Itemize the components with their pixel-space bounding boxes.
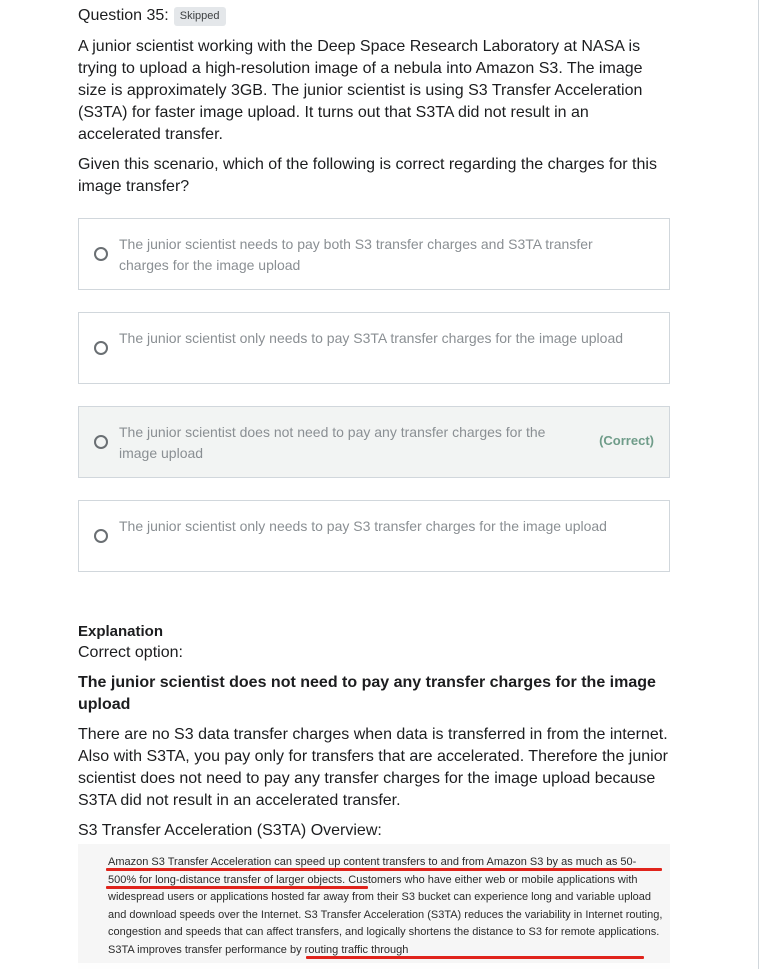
highlight-underline <box>106 886 368 889</box>
answer-option-4[interactable]: The junior scientist only needs to pay S… <box>78 500 670 572</box>
answer-option-3[interactable]: The junior scientist does not need to pa… <box>78 406 670 478</box>
correct-answer-text: The junior scientist does not need to pa… <box>78 674 656 713</box>
option-text: The junior scientist needs to pay both S… <box>119 236 593 273</box>
correct-option-label: Correct option: <box>78 644 183 661</box>
overview-label: S3 Transfer Acceleration (S3TA) Overview… <box>78 822 382 839</box>
option-text: The junior scientist only needs to pay S… <box>119 330 624 346</box>
option-text: The junior scientist only needs to pay S… <box>119 518 607 534</box>
question-prompt: Given this scenario, which of the follow… <box>78 156 657 195</box>
radio-button[interactable] <box>94 435 108 449</box>
question-header: Question 35: Skipped <box>78 6 226 26</box>
explanation-heading: Explanation <box>78 623 164 640</box>
status-badge: Skipped <box>173 6 226 26</box>
answer-option-2[interactable]: The junior scientist only needs to pay S… <box>78 312 670 384</box>
correct-label: (Correct) <box>599 433 654 448</box>
radio-button[interactable] <box>94 341 108 355</box>
highlight-underline <box>306 956 644 959</box>
answer-option-1[interactable]: The junior scientist needs to pay both S… <box>78 218 670 290</box>
question-title: Question 35: <box>78 7 169 24</box>
scrollbar-track[interactable] <box>758 0 759 969</box>
question-paragraph: A junior scientist working with the Deep… <box>78 38 643 143</box>
s3ta-overview-image: Amazon S3 Transfer Acceleration can spee… <box>78 844 670 969</box>
radio-button[interactable] <box>94 529 108 543</box>
explanation-body: There are no S3 data transfer charges wh… <box>78 726 668 809</box>
radio-button[interactable] <box>94 247 108 261</box>
bottom-edge <box>0 963 758 969</box>
option-text: The junior scientist does not need to pa… <box>119 424 546 461</box>
highlight-underline <box>106 868 662 871</box>
quiz-review-page: Question 35: Skipped A junior scientist … <box>0 0 758 969</box>
